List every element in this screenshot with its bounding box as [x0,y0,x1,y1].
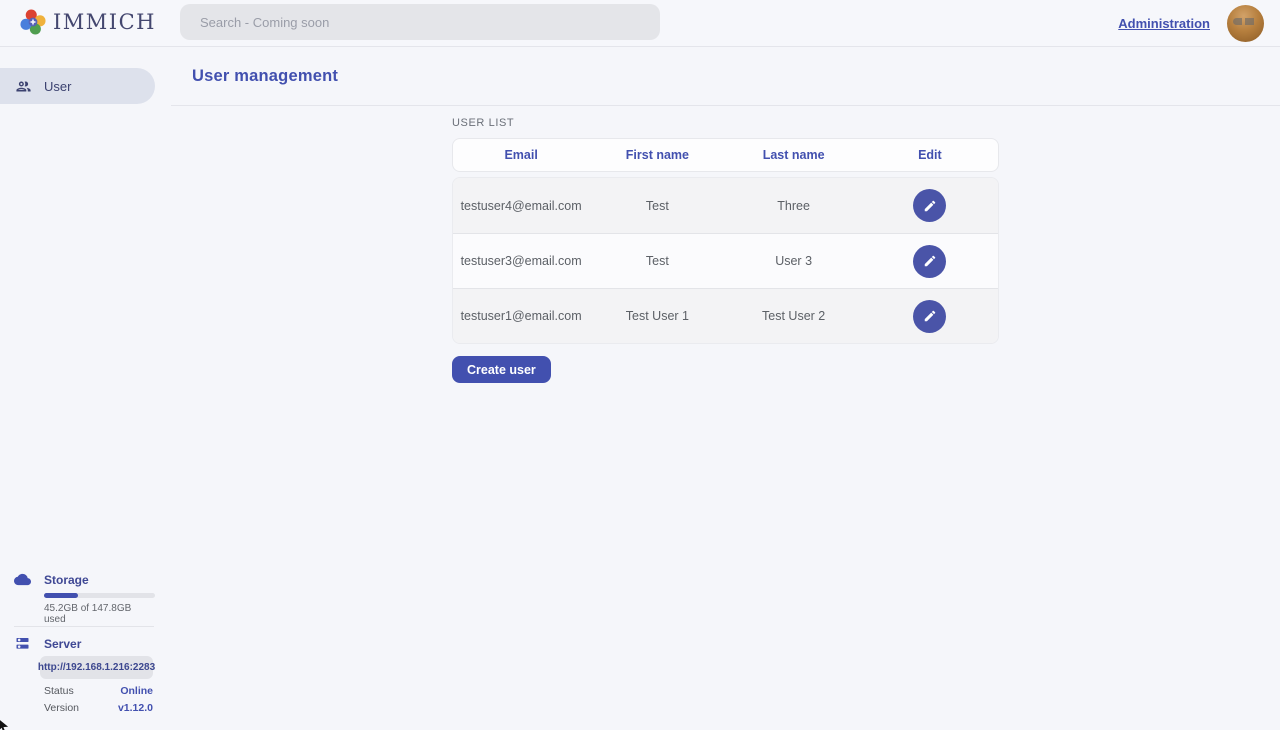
edit-user-button[interactable] [913,189,946,222]
group-icon [15,78,32,95]
storage-progress-fill [44,593,78,598]
cell-email: testuser1@email.com [453,309,589,323]
cell-email: testuser3@email.com [453,254,589,268]
app-logo[interactable]: IMMICH [19,8,156,36]
user-table: testuser4@email.com Test Three testuser3… [452,177,999,344]
app-name: IMMICH [53,10,156,34]
table-row: testuser3@email.com Test User 3 [453,233,998,288]
pencil-icon [923,309,937,323]
storage-title: Storage [44,573,89,587]
sidebar-item-user[interactable]: User [0,68,155,104]
cursor-arrow-icon [0,717,11,730]
table-header-row: Email First name Last name Edit [452,138,999,172]
storage-progress-bar [44,593,155,598]
sidebar: User Storage 45.2GB of 147.8GB used Serv… [0,47,155,730]
cell-first-name: Test [589,199,725,213]
cell-first-name: Test [589,254,725,268]
server-title: Server [44,637,81,651]
edit-user-button[interactable] [913,245,946,278]
pencil-icon [923,254,937,268]
main-content: User management USER LIST Email First na… [171,47,1280,730]
administration-link[interactable]: Administration [1118,16,1210,31]
cell-last-name: User 3 [726,254,862,268]
sidebar-item-label: User [44,79,71,94]
server-url-chip[interactable]: http://192.168.1.216:2283 [40,656,153,679]
immich-flower-logo-icon [19,8,47,36]
title-bar: User management [171,47,1280,106]
column-header-first-name: First name [589,148,725,162]
server-status-value: Online [120,685,153,697]
cloud-icon [14,572,31,587]
server-status-label: Status [44,685,74,697]
page-title: User management [192,67,338,86]
cell-email: testuser4@email.com [453,199,589,213]
column-header-last-name: Last name [726,148,862,162]
user-list-label: USER LIST [452,117,999,129]
storage-usage-text: 45.2GB of 147.8GB used [44,603,155,625]
sidebar-footer: Storage 45.2GB of 147.8GB used Server ht… [0,564,155,730]
cell-last-name: Test User 2 [726,309,862,323]
avatar[interactable] [1227,5,1264,42]
edit-user-button[interactable] [913,300,946,333]
table-row: testuser4@email.com Test Three [453,178,998,233]
cell-last-name: Three [726,199,862,213]
sidebar-divider [14,626,154,627]
server-icon [14,636,31,652]
table-row: testuser1@email.com Test User 1 Test Use… [453,288,998,343]
column-header-email: Email [453,148,589,162]
cell-first-name: Test User 1 [589,309,725,323]
top-header: IMMICH Administration [0,0,1280,47]
create-user-button[interactable]: Create user [452,356,551,383]
search-input[interactable] [180,4,660,40]
server-version-label: Version [44,702,79,714]
pencil-icon [923,199,937,213]
server-version-value: v1.12.0 [118,702,153,714]
column-header-edit: Edit [862,148,998,162]
